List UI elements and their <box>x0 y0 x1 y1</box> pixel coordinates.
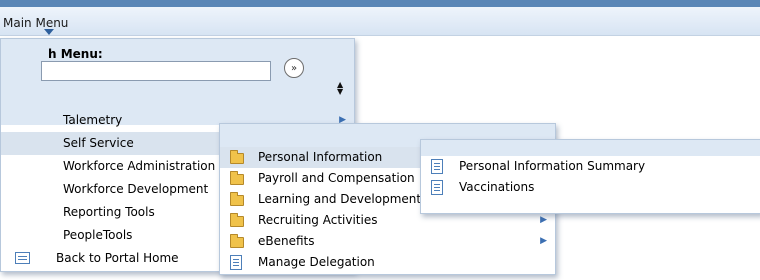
menu-item-manage-delegation[interactable]: Manage Delegation <box>220 252 555 273</box>
panel-header <box>421 140 760 156</box>
document-icon <box>431 159 443 174</box>
folder-icon <box>230 213 244 227</box>
menu-item-label: Talemetry <box>63 113 123 127</box>
document-icon <box>230 255 242 270</box>
menu-item-label: eBenefits <box>258 234 315 248</box>
menu-item-label: PeopleTools <box>63 228 133 242</box>
personal-information-panel: Personal Information Summary Vaccination… <box>420 139 760 214</box>
top-strip <box>0 0 760 7</box>
menu-item-label: Personal Information Summary <box>459 159 646 173</box>
menu-item-label: Workforce Administration <box>63 159 216 173</box>
search-input[interactable] <box>41 61 271 81</box>
menu-bar: Main Menu <box>0 7 760 36</box>
menu-item-label: Reporting Tools <box>63 205 155 219</box>
sort-icon[interactable]: ▲ ▼ <box>337 81 343 96</box>
menu-item-label: Back to Portal Home <box>56 251 179 265</box>
menu-item-label: Workforce Development <box>63 182 209 196</box>
folder-icon <box>230 192 244 206</box>
folder-icon <box>230 150 244 164</box>
menu-item-label: Payroll and Compensation <box>258 171 415 185</box>
menu-item-vaccinations[interactable]: Vaccinations <box>421 177 760 198</box>
menu-item-label: Personal Information <box>258 150 383 164</box>
submenu-arrow-icon: ▶ <box>540 236 547 246</box>
menu-item-label: Recruiting Activities <box>258 213 378 227</box>
menu-item-personal-information-summary[interactable]: Personal Information Summary <box>421 156 760 177</box>
folder-icon <box>230 171 244 185</box>
main-menu-label[interactable]: Main Menu <box>3 16 68 30</box>
dropdown-arrow-icon[interactable] <box>44 29 54 35</box>
search-title: h Menu: <box>48 47 103 61</box>
menu-item-label: Manage Delegation <box>258 255 375 269</box>
search-go-button[interactable]: » <box>284 58 304 78</box>
menu-item-label: Learning and Development <box>258 192 422 206</box>
menu-item-label: Vaccinations <box>459 180 535 194</box>
menu-item-ebenefits[interactable]: eBenefits ▶ <box>220 231 555 252</box>
menu-item-label: Self Service <box>63 136 134 150</box>
folder-icon <box>230 234 244 248</box>
portal-home-icon <box>15 252 30 264</box>
document-icon <box>431 180 443 195</box>
